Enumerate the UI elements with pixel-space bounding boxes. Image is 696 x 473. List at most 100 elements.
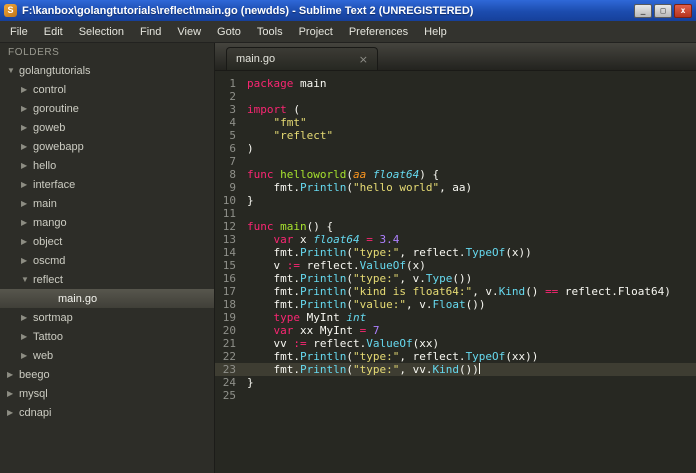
menu-goto[interactable]: Goto: [209, 21, 249, 42]
code-line-1[interactable]: 1 package main: [215, 77, 696, 90]
sidebar-item-label: Tattoo: [33, 330, 63, 343]
menu-help[interactable]: Help: [416, 21, 455, 42]
sidebar-item-label: web: [33, 349, 54, 362]
chevron-right-icon[interactable]: ▶: [21, 142, 33, 151]
code-line-19[interactable]: 19 type MyInt int: [215, 311, 696, 324]
chevron-right-icon[interactable]: ▶: [21, 85, 33, 94]
chevron-right-icon[interactable]: ▶: [21, 256, 33, 265]
menu-file[interactable]: File: [2, 21, 36, 42]
code-line-18[interactable]: 18 fmt.Println("value:", v.Float()): [215, 298, 696, 311]
code-line-4[interactable]: 4 "fmt": [215, 116, 696, 129]
line-content: fmt.Println("hello world", aa): [247, 181, 473, 194]
chevron-right-icon[interactable]: ▶: [21, 199, 33, 208]
sidebar-item-interface[interactable]: ▶ interface: [0, 175, 214, 194]
sidebar-item-label: goweb: [33, 121, 66, 134]
sidebar-item-golangtutorials[interactable]: ▼ golangtutorials: [0, 61, 214, 80]
close-button[interactable]: x: [674, 3, 692, 18]
sidebar-item-label: gowebapp: [33, 140, 84, 153]
code-line-16[interactable]: 16 fmt.Println("type:", v.Type()): [215, 272, 696, 285]
chevron-down-icon[interactable]: ▼: [21, 275, 33, 284]
chevron-right-icon[interactable]: ▶: [21, 351, 33, 360]
line-number: 22: [222, 350, 236, 363]
line-content: fmt.Println("type:", reflect.TypeOf(xx)): [247, 350, 539, 363]
chevron-right-icon[interactable]: ▶: [21, 218, 33, 227]
code-line-17[interactable]: 17 fmt.Println("kind is float64:", v.Kin…: [215, 285, 696, 298]
menu-view[interactable]: View: [169, 21, 209, 42]
chevron-right-icon[interactable]: ▶: [21, 237, 33, 246]
code-line-3[interactable]: 3 import (: [215, 103, 696, 116]
minimize-button[interactable]: _: [634, 3, 652, 18]
chevron-right-icon[interactable]: ▶: [7, 408, 19, 417]
chevron-right-icon[interactable]: ▶: [21, 332, 33, 341]
code-line-25[interactable]: 25: [215, 389, 696, 402]
code-line-8[interactable]: 8 func helloworld(aa float64) {: [215, 168, 696, 181]
line-number: 16: [222, 272, 236, 285]
sidebar-item-beego[interactable]: ▶ beego: [0, 365, 214, 384]
code-line-20[interactable]: 20 var xx MyInt = 7: [215, 324, 696, 337]
code-area[interactable]: 1 package main 2 3 import (4 "fmt" 5 "reflect…: [215, 71, 696, 473]
menu-edit[interactable]: Edit: [36, 21, 71, 42]
sidebar-item-main[interactable]: ▶ main: [0, 194, 214, 213]
code-line-2[interactable]: 2: [215, 90, 696, 103]
code-line-24[interactable]: 24}: [215, 376, 696, 389]
code-line-23[interactable]: 23 fmt.Println("type:", vv.Kind()): [215, 363, 696, 376]
sidebar-item-gowebapp[interactable]: ▶ gowebapp: [0, 137, 214, 156]
sidebar-item-reflect[interactable]: ▼ reflect: [0, 270, 214, 289]
code-line-6[interactable]: 6): [215, 142, 696, 155]
code-line-12[interactable]: 12 func main() {: [215, 220, 696, 233]
code-line-9[interactable]: 9 fmt.Println("hello world", aa): [215, 181, 696, 194]
code-line-15[interactable]: 15 v := reflect.ValueOf(x): [215, 259, 696, 272]
sidebar-item-cdnapi[interactable]: ▶ cdnapi: [0, 403, 214, 422]
menu-selection[interactable]: Selection: [71, 21, 132, 42]
sidebar-item-hello[interactable]: ▶ hello: [0, 156, 214, 175]
code-line-22[interactable]: 22 fmt.Println("type:", reflect.TypeOf(x…: [215, 350, 696, 363]
menu-project[interactable]: Project: [291, 21, 341, 42]
sidebar-item-sortmap[interactable]: ▶ sortmap: [0, 308, 214, 327]
chevron-right-icon[interactable]: ▶: [7, 389, 19, 398]
sidebar-item-goweb[interactable]: ▶ goweb: [0, 118, 214, 137]
menu-find[interactable]: Find: [132, 21, 169, 42]
line-number: 14: [222, 246, 236, 259]
line-number: 15: [222, 259, 236, 272]
sidebar-item-label: oscmd: [33, 254, 66, 267]
line-number: 5: [229, 129, 236, 142]
sidebar-item-goroutine[interactable]: ▶ goroutine: [0, 99, 214, 118]
maximize-button[interactable]: □: [654, 3, 672, 18]
chevron-down-icon[interactable]: ▼: [7, 66, 19, 75]
chevron-right-icon[interactable]: ▶: [21, 180, 33, 189]
code-line-11[interactable]: 11: [215, 207, 696, 220]
chevron-right-icon[interactable]: ▶: [21, 104, 33, 113]
sidebar-item-mysql[interactable]: ▶ mysql: [0, 384, 214, 403]
code-line-21[interactable]: 21 vv := reflect.ValueOf(xx): [215, 337, 696, 350]
sidebar-item-object[interactable]: ▶ object: [0, 232, 214, 251]
sublime-window: S F:\kanbox\golangtutorials\reflect\main…: [0, 0, 696, 473]
menu-preferences[interactable]: Preferences: [341, 21, 416, 42]
sidebar-item-control[interactable]: ▶ control: [0, 80, 214, 99]
code-line-7[interactable]: 7: [215, 155, 696, 168]
tab-main-go[interactable]: main.go ×: [226, 47, 378, 70]
text-cursor: [478, 363, 480, 374]
line-content: package main: [247, 77, 327, 90]
chevron-right-icon[interactable]: ▶: [21, 161, 33, 170]
sidebar-item-oscmd[interactable]: ▶ oscmd: [0, 251, 214, 270]
sidebar-item-label: beego: [19, 368, 50, 381]
sidebar-item-mango[interactable]: ▶ mango: [0, 213, 214, 232]
code-line-5[interactable]: 5 "reflect": [215, 129, 696, 142]
code-line-10[interactable]: 10}: [215, 194, 696, 207]
line-number: 17: [222, 285, 236, 298]
line-number: 10: [222, 194, 236, 207]
sidebar-item-tattoo[interactable]: ▶ Tattoo: [0, 327, 214, 346]
sidebar-item-label: main.go: [58, 292, 98, 305]
sidebar-item-main-go[interactable]: main.go: [0, 289, 214, 308]
code-line-14[interactable]: 14 fmt.Println("type:", reflect.TypeOf(x…: [215, 246, 696, 259]
line-content: [247, 155, 696, 168]
chevron-right-icon[interactable]: ▶: [21, 123, 33, 132]
chevron-right-icon[interactable]: ▶: [7, 370, 19, 379]
tab-close-icon[interactable]: ×: [359, 53, 368, 66]
line-content: [247, 207, 696, 220]
line-content: vv := reflect.ValueOf(xx): [247, 337, 440, 350]
code-line-13[interactable]: 13 var x float64 = 3.4: [215, 233, 696, 246]
sidebar-item-web[interactable]: ▶ web: [0, 346, 214, 365]
chevron-right-icon[interactable]: ▶: [21, 313, 33, 322]
menu-tools[interactable]: Tools: [249, 21, 291, 42]
